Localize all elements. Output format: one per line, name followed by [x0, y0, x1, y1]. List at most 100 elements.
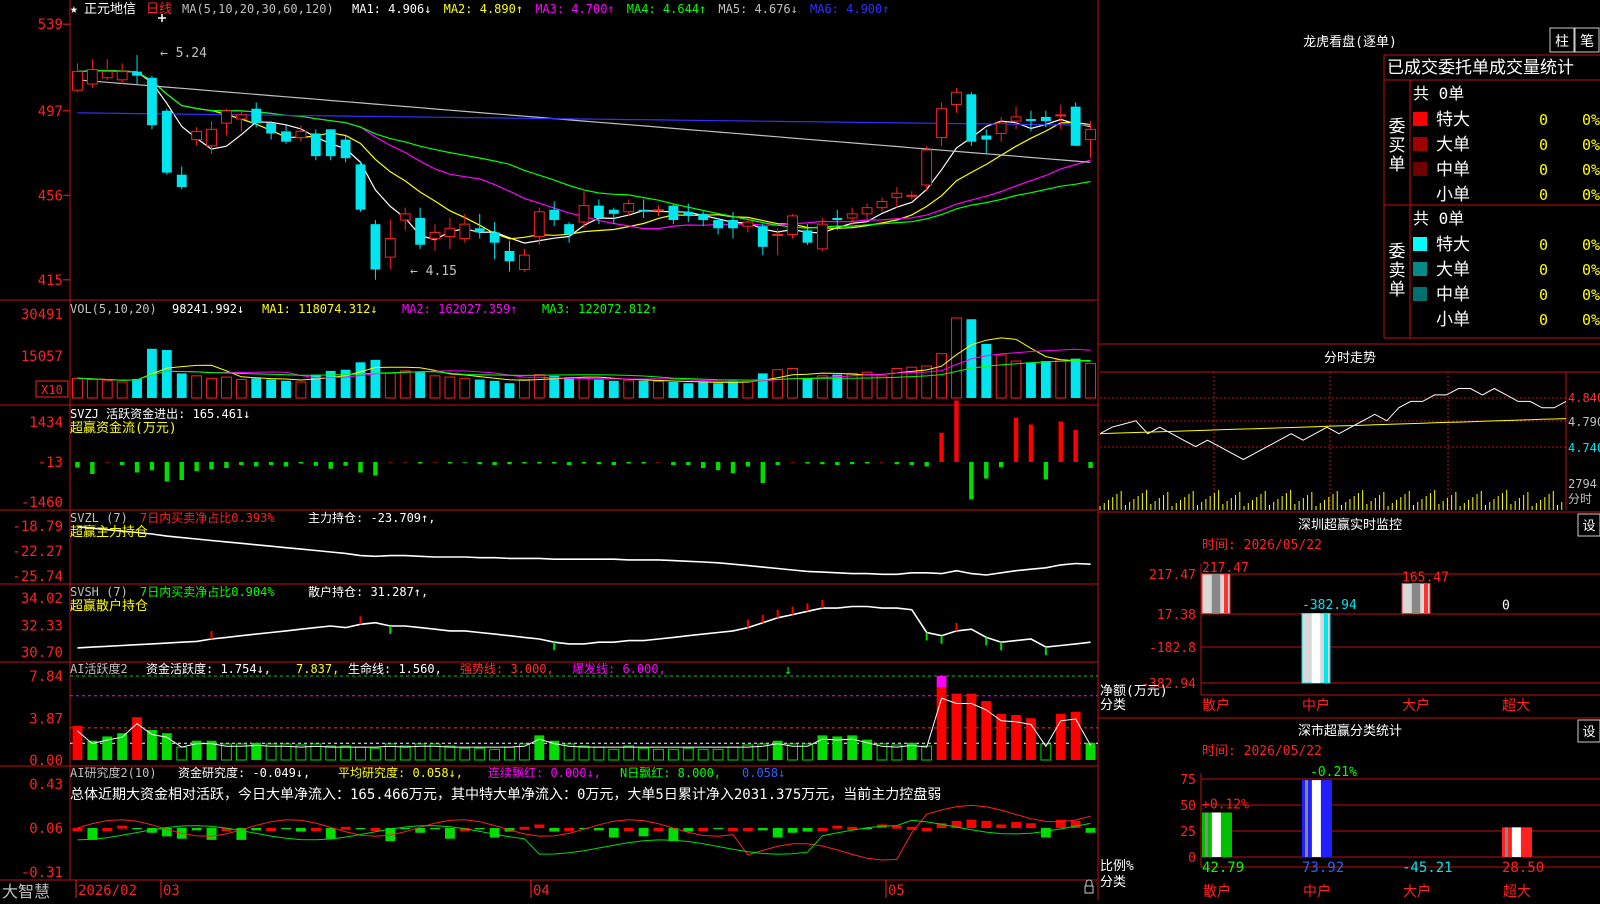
volume-bar	[415, 372, 426, 398]
ai2-red-run: 连续飘红: 0.000↓,	[488, 765, 601, 780]
monitor-y-tick: -182.8	[1149, 641, 1196, 656]
ai2-bar	[921, 828, 932, 831]
fenshi-vol-unit: 分时	[1568, 492, 1592, 506]
tab-bar-label[interactable]: 柱	[1555, 34, 1569, 50]
svzj-bar	[775, 462, 780, 465]
candle-body	[474, 228, 485, 233]
buy-row-pct: 0%	[1582, 136, 1600, 154]
candle-body	[728, 220, 738, 229]
ai2-bar	[728, 828, 738, 831]
ai2-bar	[102, 828, 113, 831]
volume-bar	[921, 365, 933, 399]
monitor-settings-label[interactable]: 设	[1582, 519, 1595, 534]
sell-swatch	[1413, 287, 1427, 301]
svzj-bar	[194, 462, 199, 471]
svzj-bar	[268, 462, 274, 465]
volume-bar	[816, 375, 828, 399]
svsh-subtitle: 超赢散户持仓	[70, 598, 148, 614]
volume-bar	[281, 380, 291, 398]
period-label[interactable]: 日线	[146, 2, 172, 17]
volume-bar	[72, 377, 83, 399]
svzj-bar	[283, 462, 289, 467]
classify-y-tick: 75	[1180, 773, 1196, 788]
svzj-bar	[254, 462, 259, 467]
monitor-bar-edge	[1324, 613, 1328, 683]
classify-bar-shade	[1205, 812, 1208, 857]
favorite-icon[interactable]: ★	[70, 2, 78, 17]
buy-swatch	[1413, 112, 1427, 126]
candle-body	[518, 254, 530, 271]
main-y-tick: 415	[38, 273, 63, 289]
candle-body	[608, 209, 619, 214]
ai1-y-tick: 3.87	[29, 712, 63, 728]
sell-row-value: 0	[1539, 261, 1548, 279]
sell-row-pct: 0%	[1582, 286, 1600, 304]
classify-bar-edge	[1225, 812, 1229, 857]
buy-row-name: 大单	[1436, 135, 1470, 155]
ai1-bar	[653, 748, 664, 761]
svzj-y-tick: -13	[38, 455, 63, 471]
classify-ylabel: 比例%	[1100, 859, 1134, 874]
ma-value-5: MA5: 4.676↓	[718, 2, 797, 16]
candle-body	[966, 94, 977, 142]
terminal-canvas[interactable]: 539 497 456 415 ← 5.24 ← 4.15 ★ 正元地信 日线 MA(5,10,2…	[0, 0, 1600, 901]
svzl-subtitle: 超赢主力持仓	[70, 524, 148, 540]
svzj-bar	[984, 462, 989, 479]
svzj-bar	[1028, 424, 1034, 462]
volume-bar	[518, 379, 530, 399]
svzj-bar	[551, 462, 557, 464]
candle-body	[489, 232, 500, 243]
classify-category: 大户	[1403, 883, 1431, 900]
volume-bar	[846, 372, 858, 399]
candle-body	[504, 250, 515, 262]
volume-bar	[861, 371, 873, 399]
svzj-bar	[224, 462, 229, 468]
ai1-y-tick: 0.00	[29, 753, 63, 769]
svsh-title: SVSH (7)	[70, 585, 128, 599]
ai2-bar	[623, 828, 634, 831]
classify-y-tick: 25	[1180, 825, 1196, 840]
volume-bar	[995, 354, 1007, 399]
svzj-bar	[1058, 421, 1063, 462]
volume-bar	[370, 359, 381, 398]
ai2-title: AI研究度2(10)	[70, 765, 157, 780]
candle-body	[921, 149, 933, 186]
svzj-bar	[581, 462, 587, 464]
candle-body	[370, 224, 381, 270]
ai2-bar	[653, 828, 664, 831]
x-axis-label: 03	[163, 883, 180, 899]
candle-body	[981, 135, 992, 140]
classify-bar-edge	[1325, 780, 1329, 857]
volume-bar	[638, 380, 649, 398]
candle-body	[281, 131, 291, 142]
ai2-bar	[787, 828, 798, 833]
candle-body	[72, 71, 83, 91]
svzj-bar	[522, 462, 527, 464]
volume-bar	[399, 370, 411, 399]
buy-total: 共 0单	[1413, 84, 1464, 103]
ai2-bar	[430, 828, 440, 830]
ai1-bar	[593, 746, 605, 761]
candle-body	[1040, 116, 1051, 122]
monitor-y-tick: 217.47	[1149, 568, 1196, 583]
volume-bar	[623, 379, 635, 399]
classify-category: 超大	[1503, 884, 1531, 900]
classify-bar-label: 42.79	[1202, 860, 1244, 876]
ai2-bar	[668, 828, 679, 842]
ai2-bar	[266, 828, 277, 831]
svzj-bar	[447, 462, 453, 464]
buy-row-pct: 0%	[1582, 161, 1600, 179]
tab-note-label[interactable]: 笔	[1580, 34, 1594, 50]
ai1-bar	[623, 745, 635, 761]
candle-body	[653, 209, 664, 212]
candle-body	[846, 213, 858, 219]
ai1-burstline: 爆发线: 6.000,	[572, 661, 666, 676]
svzj-bar	[671, 462, 676, 465]
classify-settings-label[interactable]: 设	[1582, 725, 1595, 740]
svzj-bar	[730, 462, 736, 474]
candle-body	[415, 217, 426, 245]
svzj-bar	[358, 462, 363, 473]
ai1-bar	[444, 745, 456, 761]
candle-body	[1010, 116, 1022, 122]
volume-bar	[698, 382, 709, 398]
